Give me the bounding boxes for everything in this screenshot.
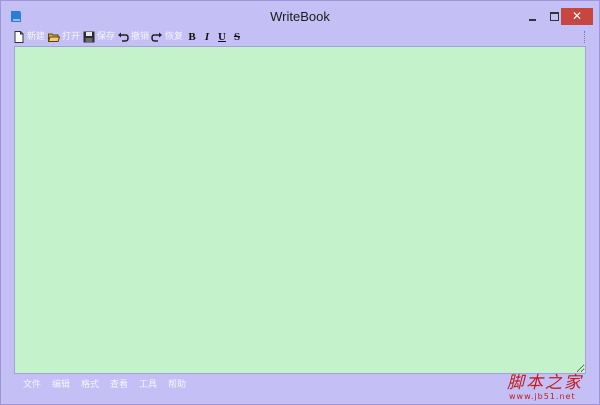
save-button-label: 保存 bbox=[97, 32, 116, 42]
watermark-logo-text: 脚本之家 bbox=[507, 373, 583, 393]
watermark-url: www.jb51.net bbox=[509, 392, 576, 401]
new-button[interactable]: 新建 bbox=[13, 29, 45, 45]
menu-edit[interactable]: 编辑 bbox=[52, 378, 70, 392]
open-button[interactable]: 打开 bbox=[48, 29, 80, 45]
new-file-icon bbox=[14, 31, 24, 43]
menu-file[interactable]: 文件 bbox=[23, 378, 41, 392]
minimize-button[interactable] bbox=[521, 8, 545, 26]
menu-format[interactable]: 格式 bbox=[81, 378, 99, 392]
underline-icon[interactable]: U bbox=[216, 31, 228, 43]
open-button-label: 打开 bbox=[62, 32, 81, 42]
save-icon bbox=[83, 31, 95, 43]
title-bar[interactable]: WriteBook ✕ bbox=[1, 1, 599, 29]
new-button-label: 新建 bbox=[27, 32, 46, 42]
save-button[interactable]: 保存 bbox=[83, 29, 115, 45]
menu-help[interactable]: 帮助 bbox=[168, 378, 186, 392]
redo-button[interactable]: 恢复 bbox=[151, 29, 183, 45]
window-title: WriteBook bbox=[270, 9, 330, 24]
redo-icon bbox=[151, 32, 162, 42]
close-icon: ✕ bbox=[571, 9, 583, 23]
italic-icon[interactable]: I bbox=[201, 31, 213, 43]
editor-textarea[interactable] bbox=[14, 46, 586, 374]
toolbar-grip[interactable] bbox=[584, 31, 587, 43]
redo-button-label: 恢复 bbox=[165, 32, 184, 42]
menu-tools[interactable]: 工具 bbox=[139, 378, 157, 392]
menu-bar: 文件 编辑 格式 查看 工具 帮助 bbox=[13, 378, 493, 394]
close-button[interactable]: ✕ bbox=[561, 8, 593, 25]
undo-button-label: 撤销 bbox=[131, 32, 150, 42]
menu-view[interactable]: 查看 bbox=[110, 378, 128, 392]
bold-icon[interactable]: B bbox=[186, 31, 198, 43]
undo-icon bbox=[118, 32, 129, 42]
watermark: 脚本之家 www.jb51.net bbox=[501, 368, 597, 404]
app-window: WriteBook ✕ 新建 打开 保存 撤销 恢复 B I U S 文件 编辑… bbox=[0, 0, 600, 405]
folder-open-icon bbox=[48, 33, 60, 42]
undo-button[interactable]: 撤销 bbox=[117, 29, 149, 45]
toolbar: 新建 打开 保存 撤销 恢复 B I U S bbox=[13, 29, 593, 45]
strikethrough-icon[interactable]: S bbox=[231, 31, 243, 43]
